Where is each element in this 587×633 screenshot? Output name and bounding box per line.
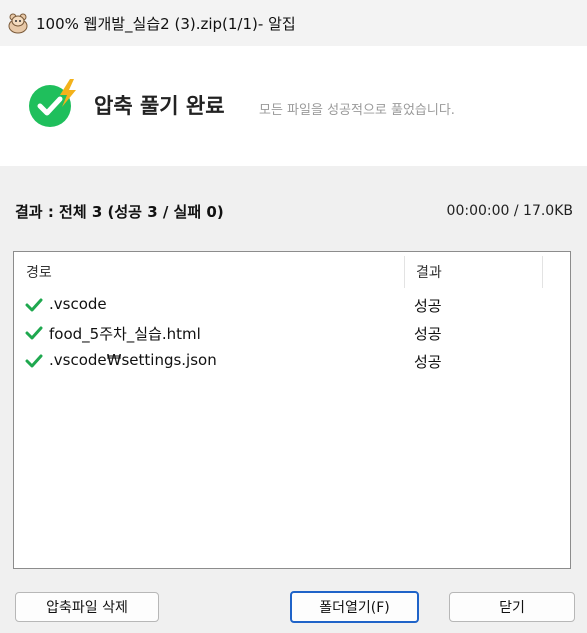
result-summary: 결과 : 전체 3 (성공 3 / 실패 0) — [15, 203, 224, 221]
title-bar[interactable]: 100% 웹개발_실습2 (3).zip(1/1)- 알집 — [0, 0, 587, 46]
column-divider[interactable] — [404, 256, 405, 288]
list-item[interactable]: food_5주차_실습.html 성공 — [14, 319, 570, 347]
column-header-path[interactable]: 경로 — [26, 262, 52, 282]
alzip-app-icon — [7, 12, 29, 34]
success-check-bolt-icon — [26, 79, 82, 129]
time-size-stats: 00:00:00 / 17.0KB — [446, 203, 573, 219]
success-check-icon — [25, 353, 43, 369]
column-divider[interactable] — [542, 256, 543, 288]
list-item[interactable]: .vscode 성공 — [14, 291, 570, 319]
success-check-icon — [25, 325, 43, 341]
list-item-path: .vscode — [49, 295, 107, 313]
list-item-result: 성공 — [414, 353, 442, 371]
window-title: 100% 웹개발_실습2 (3).zip(1/1)- 알집 — [36, 14, 296, 33]
list-item-result: 성공 — [414, 325, 442, 343]
open-folder-button[interactable]: 폴더열기(F) — [290, 591, 419, 623]
banner-subtitle: 모든 파일을 성공적으로 풀었습니다. — [259, 103, 455, 118]
list-header: 경로 결과 — [14, 252, 570, 289]
completion-banner: 압축 풀기 완료 모든 파일을 성공적으로 풀었습니다. — [0, 46, 587, 166]
banner-title: 압축 풀기 완료 — [94, 94, 225, 118]
close-button[interactable]: 닫기 — [449, 592, 575, 622]
list-item-path: .vscode₩settings.json — [49, 351, 217, 369]
list-item[interactable]: .vscode₩settings.json 성공 — [14, 347, 570, 375]
list-item-path: food_5주차_실습.html — [49, 325, 201, 343]
list-item-result: 성공 — [414, 297, 442, 315]
success-check-icon — [25, 297, 43, 313]
column-header-result[interactable]: 결과 — [416, 262, 442, 282]
file-result-list[interactable]: 경로 결과 .vscode 성공 food_5주차_실습.html 성공 .vs… — [13, 251, 571, 569]
delete-archive-button[interactable]: 압축파일 삭제 — [15, 592, 159, 622]
